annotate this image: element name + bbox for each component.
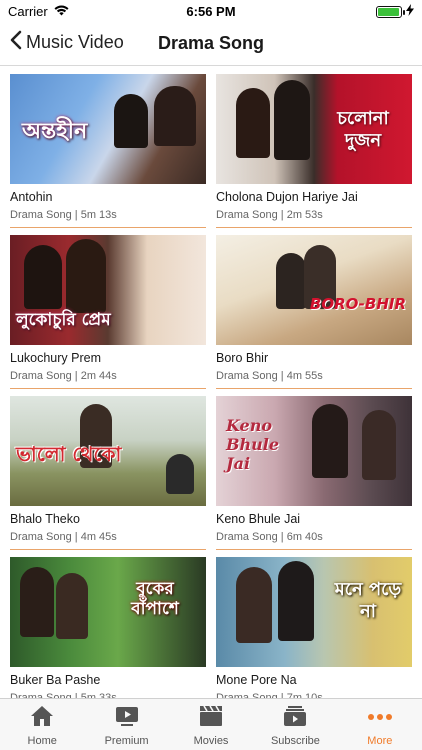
video-title: Bhalo Theko — [10, 512, 80, 526]
thumbnail-text: BORO-BHIR — [309, 295, 406, 313]
video-card[interactable]: BORO-BHIR Boro Bhir Drama Song | 4m 55s — [216, 235, 412, 389]
tab-movies[interactable]: Movies — [169, 699, 253, 750]
tab-label: Home — [27, 735, 57, 747]
divider — [216, 388, 412, 389]
video-title: Buker Ba Pashe — [10, 673, 101, 687]
divider — [10, 227, 206, 228]
tab-subscribe[interactable]: Subscribe — [253, 699, 337, 750]
video-card[interactable]: অন্তহীন Antohin Drama Song | 5m 13s — [10, 74, 206, 228]
tab-label: Premium — [104, 735, 149, 747]
thumbnail-text: লুকোচুরি প্রেম — [16, 310, 111, 330]
video-meta: Drama Song | 4m 45s — [10, 531, 117, 543]
thumbnail-text: চলোনা দুজন — [337, 108, 389, 151]
video-thumbnail[interactable]: BORO-BHIR — [216, 235, 412, 345]
video-thumbnail[interactable]: মনে পড়ে না — [216, 557, 412, 667]
video-meta: Drama Song | 2m 53s — [216, 209, 323, 221]
more-dots-icon — [367, 705, 393, 735]
navigation-bar: Music Video Drama Song — [0, 22, 422, 66]
tab-premium[interactable]: Premium — [84, 699, 168, 750]
thumbnail-text: ভালো থেকো — [16, 442, 122, 466]
video-meta: Drama Song | 6m 40s — [216, 531, 323, 543]
video-thumbnail[interactable]: বুকের বাঁপাশে — [10, 557, 206, 667]
divider — [10, 549, 206, 550]
status-bar: Carrier 6:56 PM — [0, 0, 422, 22]
video-title: Mone Pore Na — [216, 673, 297, 687]
status-time: 6:56 PM — [186, 4, 236, 19]
thumbnail-text: বুকের বাঁপাশে — [131, 579, 179, 620]
divider — [10, 388, 206, 389]
video-thumbnail[interactable]: ভালো থেকো — [10, 396, 206, 506]
battery-fill — [378, 7, 399, 16]
play-icon — [115, 705, 139, 735]
video-card[interactable]: লুকোচুরি প্রেম Lukochury Prem Drama Song… — [10, 235, 206, 389]
battery-icon — [376, 5, 405, 18]
tab-label: Movies — [193, 735, 229, 747]
tab-bar: Home Premium Movies Subscribe More — [0, 698, 422, 750]
thumbnail-text: অন্তহীন — [22, 118, 88, 144]
status-right — [376, 4, 414, 19]
video-card[interactable]: মনে পড়ে না Mone Pore Na Drama Song | 7m… — [216, 557, 412, 704]
video-meta: Drama Song | 2m 44s — [10, 370, 117, 382]
video-thumbnail[interactable]: অন্তহীন — [10, 74, 206, 184]
video-meta: Drama Song | 4m 55s — [216, 370, 323, 382]
video-title: Lukochury Prem — [10, 351, 102, 365]
video-card[interactable]: বুকের বাঁপাশে Buker Ba Pashe Drama Song … — [10, 557, 206, 704]
video-title: Antohin — [10, 190, 53, 204]
video-title: Boro Bhir — [216, 351, 269, 365]
thumbnail-text: মনে পড়ে না — [334, 579, 402, 622]
divider — [216, 227, 412, 228]
thumbnail-text: Keno Bhule Jai — [226, 416, 280, 474]
video-title: Cholona Dujon Hariye Jai — [216, 190, 358, 204]
tab-label: Subscribe — [270, 735, 320, 747]
clapperboard-icon — [199, 705, 223, 735]
divider — [216, 549, 412, 550]
charging-icon — [406, 4, 414, 19]
home-icon — [30, 705, 54, 735]
video-thumbnail[interactable]: লুকোচুরি প্রেম — [10, 235, 206, 345]
video-card[interactable]: Keno Bhule Jai Keno Bhule Jai Drama Song… — [216, 396, 412, 550]
video-thumbnail[interactable]: Keno Bhule Jai — [216, 396, 412, 506]
subscription-icon — [283, 705, 307, 735]
page-title: Drama Song — [157, 33, 265, 53]
video-card[interactable]: ভালো থেকো Bhalo Theko Drama Song | 4m 45… — [10, 396, 206, 550]
tab-more[interactable]: More — [338, 699, 422, 750]
video-title: Keno Bhule Jai — [216, 512, 301, 526]
video-card[interactable]: চলোনা দুজন Cholona Dujon Hariye Jai Dram… — [216, 74, 412, 228]
tab-home[interactable]: Home — [0, 699, 84, 750]
video-thumbnail[interactable]: চলোনা দুজন — [216, 74, 412, 184]
tab-label: More — [367, 735, 393, 747]
video-meta: Drama Song | 5m 13s — [10, 209, 117, 221]
